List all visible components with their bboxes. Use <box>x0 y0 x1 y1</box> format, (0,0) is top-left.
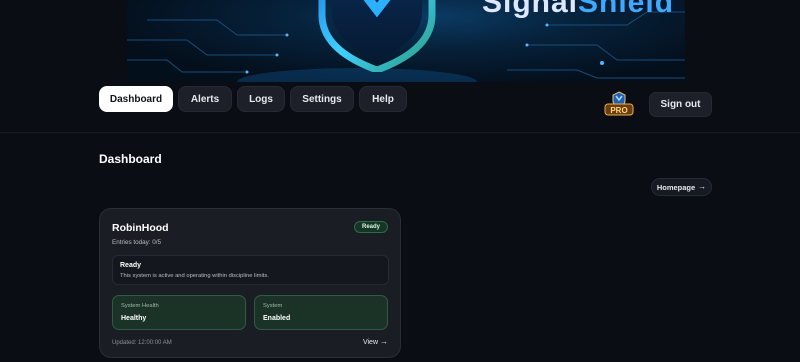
nav-logs[interactable]: Logs <box>237 86 285 112</box>
pro-badge-icon[interactable]: PRO <box>603 91 635 117</box>
notice-text: This system is active and operating with… <box>120 273 269 279</box>
stat-value: Healthy <box>121 315 147 322</box>
stat-label: System Health <box>121 303 159 309</box>
notice-title: Ready <box>120 262 142 269</box>
page-title: Dashboard <box>99 152 162 166</box>
stat-label: System <box>263 303 283 309</box>
card-title: RobinHood <box>112 222 169 234</box>
arrow-right-icon: → <box>380 337 388 346</box>
brand-part-1: Signal <box>482 0 579 19</box>
updated-timestamp: Updated: 12:00:00 AM <box>112 340 172 346</box>
shield-logo-icon <box>318 0 436 72</box>
system-card: RobinHood Ready Entries today: 0/5 Ready… <box>99 208 401 358</box>
nav-help[interactable]: Help <box>359 86 407 112</box>
nav-dashboard[interactable]: Dashboard <box>99 86 173 112</box>
hero-banner: SignalShield <box>127 0 685 82</box>
view-link[interactable]: View → <box>363 338 388 346</box>
nav-settings[interactable]: Settings <box>290 86 354 112</box>
nav-alerts[interactable]: Alerts <box>178 86 232 112</box>
sign-out-button[interactable]: Sign out <box>649 92 712 117</box>
main-nav: Dashboard Alerts Logs Settings Help <box>99 86 407 112</box>
status-notice: Ready This system is active and operatin… <box>112 255 389 285</box>
homepage-label: Homepage <box>656 182 696 192</box>
entries-today: Entries today: 0/5 <box>112 239 162 246</box>
header-divider <box>0 132 800 133</box>
brand-wordmark: SignalShield <box>482 0 674 20</box>
pro-badge-label: PRO <box>610 106 627 115</box>
homepage-button[interactable]: Homepage → <box>651 178 712 196</box>
stat-value: Enabled <box>263 315 291 322</box>
arrow-right-icon: → <box>698 182 707 191</box>
brand-part-2: Shield <box>578 0 675 19</box>
view-label: View <box>362 338 378 346</box>
stat-system: System Enabled <box>254 295 388 330</box>
stat-system-health: System Health Healthy <box>112 295 246 330</box>
status-badge: Ready <box>353 221 388 233</box>
